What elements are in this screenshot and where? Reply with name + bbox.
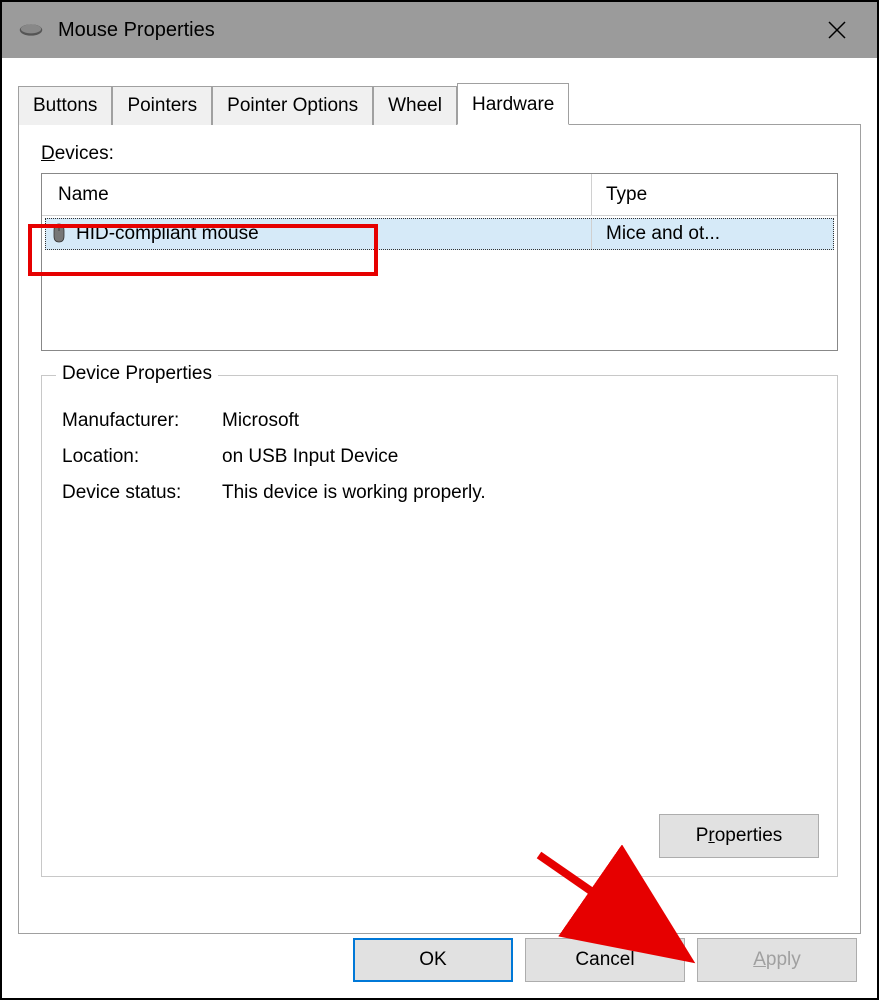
dialog-button-row: OK Cancel Apply (353, 938, 857, 982)
apply-suffix: pply (766, 949, 801, 971)
cancel-button[interactable]: Cancel (525, 938, 685, 982)
mouse-icon (16, 20, 46, 40)
location-value: on USB Input Device (222, 446, 817, 468)
tab-buttons[interactable]: Buttons (18, 86, 112, 125)
apply-accel: A (753, 949, 766, 971)
close-button[interactable] (807, 2, 867, 58)
tab-pointer-options[interactable]: Pointer Options (212, 86, 373, 125)
device-status-value: This device is working properly. (222, 482, 817, 504)
device-status-label: Device status: (62, 482, 222, 504)
device-name-text: HID-compliant mouse (76, 223, 259, 245)
devices-header: Name Type (42, 174, 837, 216)
device-row-type: Mice and ot... (592, 219, 833, 249)
properties-btn-suffix: operties (715, 825, 783, 847)
dialog-content: Buttons Pointers Pointer Options Wheel H… (2, 58, 877, 998)
device-properties-group: Device Properties Manufacturer: Microsof… (41, 375, 838, 877)
tab-page-hardware: Devices: Name Type HID-compliant (18, 124, 861, 934)
dialog-window: Mouse Properties Buttons Pointers Pointe… (0, 0, 879, 1000)
devices-list: Name Type HID-compliant mouse Mice and (41, 173, 838, 351)
column-type[interactable]: Type (592, 174, 837, 215)
tab-strip: Buttons Pointers Pointer Options Wheel H… (18, 78, 861, 124)
tab-pointers[interactable]: Pointers (112, 86, 212, 125)
mouse-device-icon (52, 223, 70, 245)
titlebar: Mouse Properties (2, 2, 877, 58)
tab-hardware[interactable]: Hardware (457, 83, 569, 125)
ok-button[interactable]: OK (353, 938, 513, 982)
properties-button[interactable]: Properties (659, 814, 819, 858)
column-name[interactable]: Name (42, 174, 592, 215)
device-row[interactable]: HID-compliant mouse Mice and ot... (45, 218, 834, 250)
device-properties-legend: Device Properties (56, 363, 218, 385)
apply-button[interactable]: Apply (697, 938, 857, 982)
tab-wheel[interactable]: Wheel (373, 86, 457, 125)
manufacturer-value: Microsoft (222, 410, 817, 432)
manufacturer-label: Manufacturer: (62, 410, 222, 432)
properties-btn-prefix: P (696, 825, 709, 847)
devices-label: Devices: (41, 143, 838, 165)
window-title: Mouse Properties (58, 19, 215, 42)
location-label: Location: (62, 446, 222, 468)
device-row-name: HID-compliant mouse (46, 219, 592, 249)
